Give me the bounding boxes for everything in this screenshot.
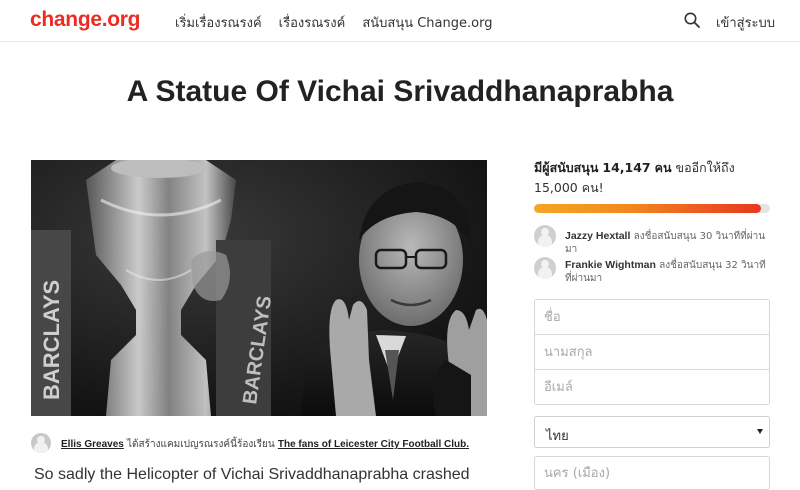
supporter-count-number: 14,147 bbox=[602, 160, 651, 175]
country-select[interactable]: ไทย bbox=[534, 416, 770, 448]
starter-name-link[interactable]: Ellis Greaves bbox=[61, 439, 124, 450]
barclays-board-text: BARCLAYS bbox=[39, 280, 64, 400]
starter-text: Ellis Greaves ได้สร้างแคมเปญรณรงค์นี้ร้อ… bbox=[61, 437, 469, 452]
login-link[interactable]: เข้าสู่ระบบ bbox=[716, 12, 775, 33]
email-field[interactable] bbox=[534, 369, 770, 405]
nav-start-petition[interactable]: เริ่มเรื่องรณรงค์ bbox=[175, 12, 262, 33]
top-navigation-bar: change.org เริ่มเรื่องรณรงค์ เรื่องรณรงค… bbox=[0, 0, 800, 42]
signer-text: Jazzy Hextall ลงชื่อสนับสนุน 30 วินาทีที… bbox=[565, 230, 770, 256]
progress-fill bbox=[534, 204, 761, 213]
starter-avatar bbox=[31, 433, 51, 453]
chevron-down-icon bbox=[757, 429, 763, 434]
search-icon[interactable] bbox=[683, 11, 701, 29]
nav-support-change-org[interactable]: สนับสนุน Change.org bbox=[362, 12, 492, 33]
recent-signer: Jazzy Hextall ลงชื่อสนับสนุน 30 วินาทีที… bbox=[534, 225, 770, 255]
supporter-count-prefix: มีผู้สนับสนุน bbox=[534, 160, 599, 175]
change-org-logo[interactable]: change.org bbox=[30, 8, 140, 32]
petition-title: A Statue Of Vichai Srivaddhanaprabha bbox=[126, 75, 674, 108]
recent-signer: Frankie Wightman ลงชื่อสนับสนุน 32 วินาท… bbox=[534, 257, 770, 287]
country-value: ไทย bbox=[546, 429, 569, 444]
petition-starter: Ellis Greaves ได้สร้างแคมเปญรณรงค์นี้ร้อ… bbox=[31, 431, 491, 455]
signature-progress-bar bbox=[534, 204, 770, 213]
signer-name: Jazzy Hextall bbox=[565, 230, 631, 242]
signer-name: Frankie Wightman bbox=[565, 259, 656, 271]
petition-body-text: So sadly the Helicopter of Vichai Srivad… bbox=[34, 466, 470, 483]
sign-sidebar: มีผู้สนับสนุน 14,147 คน ขออีกให้ถึง 15,0… bbox=[534, 158, 770, 490]
supporter-count: มีผู้สนับสนุน 14,147 คน ขออีกให้ถึง 15,0… bbox=[534, 158, 770, 198]
petition-target-link[interactable]: The fans of Leicester City Football Club… bbox=[278, 439, 469, 450]
signer-text: Frankie Wightman ลงชื่อสนับสนุน 32 วินาท… bbox=[565, 259, 770, 285]
signer-avatar bbox=[534, 257, 556, 279]
petition-photo: BARCLAYS BARCLAYS bbox=[31, 160, 487, 416]
starter-action-text: ได้สร้างแคมเปญรณรงค์นี้ร้องเรียน bbox=[123, 439, 278, 450]
city-field[interactable] bbox=[534, 456, 770, 490]
first-name-field[interactable] bbox=[534, 299, 770, 335]
main-nav: เริ่มเรื่องรณรงค์ เรื่องรณรงค์ สนับสนุน … bbox=[175, 12, 509, 33]
signer-avatar bbox=[534, 225, 556, 247]
nav-browse-petitions[interactable]: เรื่องรณรงค์ bbox=[279, 12, 346, 33]
supporter-count-unit: คน bbox=[654, 160, 672, 175]
last-name-field[interactable] bbox=[534, 334, 770, 370]
petition-image: BARCLAYS BARCLAYS bbox=[31, 160, 487, 416]
